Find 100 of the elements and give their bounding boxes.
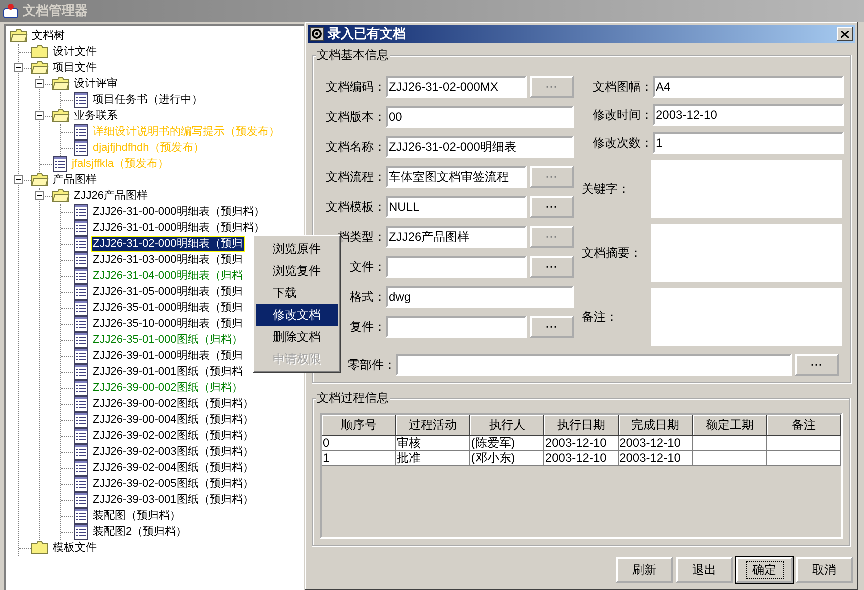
input-field[interactable]: ZJJ26-31-02-000MX (386, 76, 527, 98)
dialog-button[interactable]: 刷新 (616, 557, 673, 583)
tree-item[interactable]: ZJJ26-31-02-000明细表（预归 (92, 237, 244, 251)
tree-item[interactable]: 装配图2（预归档） (92, 525, 188, 539)
column-header[interactable]: 过程活动 (396, 415, 470, 436)
tree-item[interactable]: ZJJ26-39-03-001图纸（预归档） (92, 493, 255, 507)
document-list-icon (73, 284, 89, 300)
collapse-toggle[interactable] (14, 175, 23, 184)
tree-item[interactable]: ZJJ26-39-00-004图纸（预归档） (92, 413, 255, 427)
tree-item[interactable]: ZJJ26-39-02-003图纸（预归档） (92, 445, 255, 459)
column-header[interactable]: 备注 (766, 415, 841, 436)
tree-item[interactable]: ZJJ26-35-10-000明细表（预归 (92, 317, 244, 331)
tree-item[interactable]: ZJJ26-31-03-000明细表（预归 (92, 253, 244, 267)
tree-item[interactable]: 项目任务书（进行中） (92, 93, 204, 107)
input-field[interactable]: NULL (386, 196, 527, 218)
document-list-icon (73, 524, 89, 540)
input-field[interactable]: ZJJ26产品图样 (386, 226, 527, 248)
input-field[interactable] (396, 354, 792, 376)
browse-button[interactable]: ··· (795, 354, 839, 376)
field-label: 复件： (349, 318, 386, 336)
document-list-icon (73, 492, 89, 508)
tree-item[interactable]: ZJJ26-31-05-000明细表（预归 (92, 285, 244, 299)
collapse-toggle[interactable] (14, 63, 23, 72)
document-list-icon (73, 124, 89, 140)
tree-item[interactable]: ZJJ26-39-00-002图纸（归档） (92, 381, 244, 395)
table-cell: (邓小东) (470, 451, 544, 466)
document-list-icon (73, 348, 89, 364)
tree-item[interactable]: 产品图样 (52, 173, 98, 187)
document-list-icon (73, 236, 89, 252)
field-label: 关键字： (581, 180, 631, 198)
column-header[interactable]: 完成日期 (618, 415, 693, 436)
tree-item[interactable]: 文档树 (31, 29, 66, 43)
document-list-icon (73, 476, 89, 492)
menu-item[interactable]: 删除文档 (256, 326, 338, 348)
tree-item[interactable]: ZJJ26-31-01-000明细表（预归档） (92, 221, 266, 235)
document-list-icon (73, 380, 89, 396)
menu-item[interactable]: 浏览复件 (256, 260, 338, 282)
collapse-toggle[interactable] (35, 191, 44, 200)
folder-icon (52, 109, 70, 123)
dialog-title: 录入已有文档 (328, 25, 407, 43)
tree-item[interactable]: ZJJ26-35-01-000明细表（预归 (92, 301, 244, 315)
field-label: 修改次数： (592, 134, 653, 152)
collapse-toggle[interactable] (35, 111, 44, 120)
table-cell: 2003-12-10 (544, 451, 619, 466)
group-title: 文档基本信息 (316, 47, 390, 64)
tree-item[interactable]: 项目文件 (52, 61, 98, 75)
browse-button[interactable]: ··· (530, 316, 574, 338)
document-list-icon (73, 252, 89, 268)
folder-icon (52, 189, 70, 203)
input-field[interactable]: ZJJ26-31-02-000明细表 (386, 136, 574, 158)
tree-item[interactable]: ZJJ26-39-01-001图纸（预归档 (92, 365, 244, 379)
dialog-button[interactable]: 退出 (676, 557, 733, 583)
column-header[interactable]: 额定工期 (692, 415, 767, 436)
field-label: 修改时间： (592, 106, 653, 124)
tree-item[interactable]: ZJJ26-39-02-004图纸（预归档） (92, 461, 255, 475)
tree-item[interactable]: ZJJ26产品图样 (73, 189, 149, 203)
menu-item[interactable]: 修改文档 (256, 304, 338, 326)
field-label: 文件： (349, 258, 386, 276)
folder-icon (31, 541, 49, 555)
tree-item[interactable]: ZJJ26-35-01-000图纸（归档） (92, 333, 244, 347)
collapse-toggle[interactable] (35, 79, 44, 88)
document-list-icon (73, 268, 89, 284)
input-field[interactable]: 2003-12-10 (653, 104, 844, 126)
browse-button[interactable]: ··· (530, 256, 574, 278)
tree-item[interactable]: ZJJ26-39-02-002图纸（预归档） (92, 429, 255, 443)
tree-item[interactable]: ZJJ26-39-02-005图纸（预归档） (92, 477, 255, 491)
tree-item[interactable]: 设计评审 (73, 77, 119, 91)
input-field[interactable]: 车体室图文档审签流程 (386, 166, 527, 188)
tree-item[interactable]: ZJJ26-39-01-000明细表（预归 (92, 349, 244, 363)
column-header[interactable]: 执行人 (470, 415, 544, 436)
tree-item[interactable]: 模板文件 (52, 541, 98, 555)
tree-item[interactable]: 设计文件 (52, 45, 98, 59)
input-field[interactable] (386, 256, 527, 278)
input-field[interactable]: 1 (653, 132, 844, 154)
document-list-icon (73, 332, 89, 348)
menu-item[interactable]: 浏览原件 (256, 238, 338, 260)
tree-item[interactable]: 装配图（预归档） (92, 509, 182, 523)
tree-item[interactable]: ZJJ26-31-00-000明细表（预归档） (92, 205, 266, 219)
tree-item[interactable]: ZJJ26-39-00-002图纸（预归档） (92, 397, 255, 411)
input-field[interactable] (386, 316, 527, 338)
input-field[interactable]: A4 (653, 76, 844, 98)
table-cell: 2003-12-10 (618, 451, 693, 466)
browse-button[interactable]: ··· (530, 196, 574, 218)
tree-item[interactable]: ZJJ26-31-04-000明细表（归档 (92, 269, 244, 283)
folder-icon (10, 29, 28, 43)
group-title: 文档过程信息 (316, 390, 390, 407)
input-field[interactable]: dwg (386, 286, 574, 308)
document-list-icon (73, 316, 89, 332)
column-header[interactable]: 执行日期 (544, 415, 619, 436)
document-list-icon (52, 156, 68, 172)
table-cell: 1 (322, 451, 396, 466)
column-header[interactable]: 顺序号 (322, 415, 396, 436)
menu-item[interactable]: 下载 (256, 282, 338, 304)
window-title: 文档管理器 (23, 2, 88, 20)
dialog-button[interactable]: 取消 (796, 557, 853, 583)
dialog-button[interactable]: 确定 (736, 557, 793, 583)
close-button[interactable] (837, 27, 853, 41)
document-list-icon (73, 428, 89, 444)
input-field[interactable]: 00 (386, 106, 574, 128)
tree-item[interactable]: 业务联系 (73, 109, 119, 123)
